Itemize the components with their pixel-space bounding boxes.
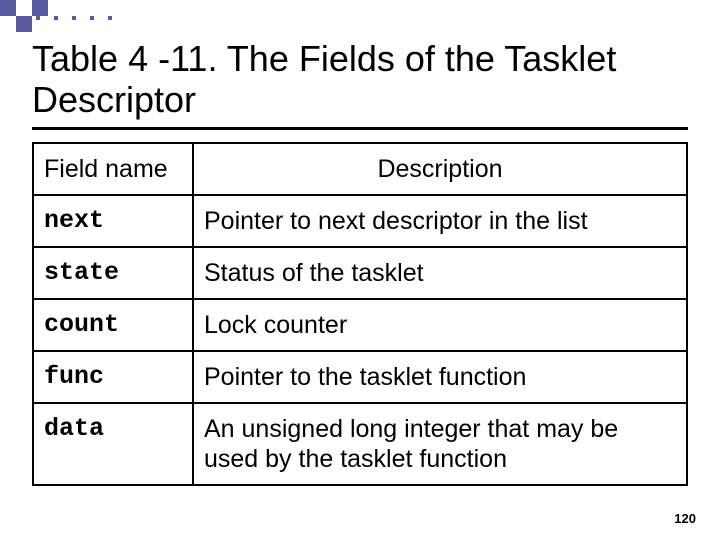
motif-dots <box>36 16 112 20</box>
motif-block <box>32 0 48 16</box>
corner-motif <box>0 0 120 36</box>
title-rule <box>32 127 688 130</box>
cell-description: An unsigned long integer that may be use… <box>193 403 687 485</box>
cell-description: Pointer to next descriptor in the list <box>193 195 687 247</box>
motif-dot <box>54 16 58 20</box>
cell-field-name: data <box>33 403 193 485</box>
table-row: data An unsigned long integer that may b… <box>33 403 687 485</box>
slide-title: Table 4 -11. The Fields of the Tasklet D… <box>32 38 688 121</box>
page-number: 120 <box>674 511 696 526</box>
cell-field-name: next <box>33 195 193 247</box>
table-row: state Status of the tasklet <box>33 247 687 299</box>
motif-dot <box>72 16 76 20</box>
table-header-row: Field name Description <box>33 143 687 195</box>
cell-field-name: state <box>33 247 193 299</box>
motif-dot <box>90 16 94 20</box>
motif-dot <box>108 16 112 20</box>
motif-dot <box>36 16 40 20</box>
motif-block <box>16 16 32 32</box>
cell-field-name: count <box>33 299 193 351</box>
cell-description: Lock counter <box>193 299 687 351</box>
fields-table: Field name Description next Pointer to n… <box>32 142 688 486</box>
table-row: func Pointer to the tasklet function <box>33 351 687 403</box>
cell-description: Pointer to the tasklet function <box>193 351 687 403</box>
cell-field-name: func <box>33 351 193 403</box>
cell-description: Status of the tasklet <box>193 247 687 299</box>
col-header-field-name: Field name <box>33 143 193 195</box>
col-header-description: Description <box>193 143 687 195</box>
table-row: count Lock counter <box>33 299 687 351</box>
table-row: next Pointer to next descriptor in the l… <box>33 195 687 247</box>
motif-block <box>0 0 16 16</box>
slide-body: Table 4 -11. The Fields of the Tasklet D… <box>32 38 688 486</box>
